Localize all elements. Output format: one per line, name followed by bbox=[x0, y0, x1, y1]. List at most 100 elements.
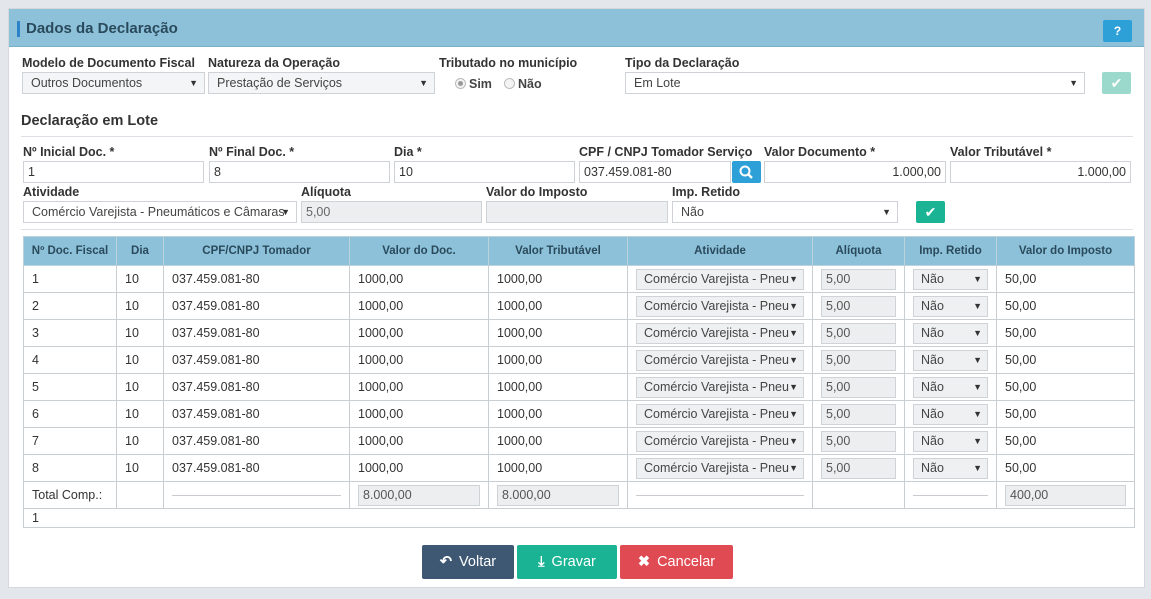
row-atividade-select[interactable]: Comércio Varejista - Pneu ▼ bbox=[636, 322, 804, 344]
dia-input[interactable]: 10 bbox=[394, 161, 575, 183]
row-retido-select[interactable]: Não ▼ bbox=[913, 349, 988, 371]
chevron-down-icon: ▼ bbox=[973, 435, 982, 446]
imposto-cell: 50,00 bbox=[996, 454, 1135, 482]
row-atividade-select[interactable]: Comércio Varejista - Pneu ▼ bbox=[636, 295, 804, 317]
row-aliquota-input[interactable]: 5,00 bbox=[821, 403, 896, 425]
row-atividade-select[interactable]: Comércio Varejista - Pneu ▼ bbox=[636, 403, 804, 425]
gravar-button[interactable]: ⤓ Gravar bbox=[517, 545, 617, 579]
voltar-button[interactable]: ↶ Voltar bbox=[422, 545, 514, 579]
chevron-down-icon: ▼ bbox=[789, 354, 798, 365]
row-retido-select[interactable]: Não ▼ bbox=[913, 457, 988, 479]
tributado-sim-label: Sim bbox=[469, 77, 492, 91]
atividade-cell: Comércio Varejista - Pneu ▼ bbox=[627, 427, 813, 455]
valor-doc-cell: 1000,00 bbox=[349, 346, 489, 374]
confirm-tipo-button[interactable]: ✔ bbox=[1102, 72, 1131, 94]
help-button[interactable]: ? bbox=[1103, 20, 1132, 42]
table-row: 7 10 037.459.081-80 1000,00 1000,00 Comércio … bbox=[23, 427, 1135, 455]
aliquota-cell: 5,00 bbox=[812, 346, 905, 374]
imposto-cell: 50,00 bbox=[996, 346, 1135, 374]
col-header: Valor do Doc. bbox=[349, 236, 489, 266]
row-retido-select[interactable]: Não ▼ bbox=[913, 322, 988, 344]
tipo-select[interactable]: Em Lote ▼ bbox=[625, 72, 1085, 94]
final-input[interactable]: 8 bbox=[209, 161, 390, 183]
row-retido-select[interactable]: Não ▼ bbox=[913, 376, 988, 398]
doc-number-cell: 5 bbox=[23, 373, 117, 401]
row-atividade-select[interactable]: Comércio Varejista - Pneu ▼ bbox=[636, 430, 804, 452]
valor-trib-label: Valor Tributável * bbox=[950, 145, 1052, 159]
row-retido-value: Não bbox=[921, 379, 944, 394]
doc-number-cell: 1 bbox=[23, 265, 117, 293]
atividade-value: Comércio Varejista - Pneumáticos e Câmar… bbox=[32, 205, 285, 219]
row-aliquota-input[interactable]: 5,00 bbox=[821, 268, 896, 290]
row-atividade-select[interactable]: Comércio Varejista - Pneu ▼ bbox=[636, 349, 804, 371]
dia-cell: 10 bbox=[116, 319, 164, 347]
atividade-select[interactable]: Comércio Varejista - Pneumáticos e Câmar… bbox=[23, 201, 297, 223]
aliquota-cell: 5,00 bbox=[812, 454, 905, 482]
retido-select[interactable]: Não ▼ bbox=[672, 201, 898, 223]
natureza-select[interactable]: Prestação de Serviços ▼ bbox=[208, 72, 435, 94]
total-row: Total Comp.: 8.000,00 8.000,00 400,00 bbox=[23, 481, 1135, 509]
total-imposto-cell: 400,00 bbox=[996, 481, 1135, 509]
total-valor-trib[interactable]: 8.000,00 bbox=[497, 484, 619, 506]
lote-section-title: Declaração em Lote bbox=[21, 113, 159, 129]
retido-cell: Não ▼ bbox=[904, 400, 997, 428]
aliquota-cell: 5,00 bbox=[812, 427, 905, 455]
valor-trib-input[interactable]: 1.000,00 bbox=[950, 161, 1131, 183]
cpf-cell: 037.459.081-80 bbox=[163, 400, 350, 428]
col-header: Alíquota bbox=[812, 236, 905, 266]
cpf-cell: 037.459.081-80 bbox=[163, 319, 350, 347]
dia-cell: 10 bbox=[116, 454, 164, 482]
row-retido-value: Não bbox=[921, 406, 944, 421]
search-tomador-button[interactable] bbox=[732, 161, 761, 183]
valor-trib-cell: 1000,00 bbox=[488, 454, 628, 482]
retido-value: Não bbox=[681, 205, 704, 219]
row-atividade-select[interactable]: Comércio Varejista - Pneu ▼ bbox=[636, 376, 804, 398]
tributado-sim-radio[interactable]: Sim bbox=[455, 77, 492, 91]
row-atividade-value: Comércio Varejista - Pneu bbox=[644, 325, 789, 340]
atividade-cell: Comércio Varejista - Pneu ▼ bbox=[627, 400, 813, 428]
valor-doc-cell: 1000,00 bbox=[349, 427, 489, 455]
row-retido-select[interactable]: Não ▼ bbox=[913, 403, 988, 425]
valor-trib-cell: 1000,00 bbox=[488, 373, 628, 401]
inicial-input[interactable]: 1 bbox=[23, 161, 204, 183]
row-aliquota-input[interactable]: 5,00 bbox=[821, 322, 896, 344]
chevron-down-icon: ▼ bbox=[789, 300, 798, 311]
add-lote-button[interactable]: ✔ bbox=[916, 201, 945, 223]
row-retido-select[interactable]: Não ▼ bbox=[913, 295, 988, 317]
atividade-cell: Comércio Varejista - Pneu ▼ bbox=[627, 454, 813, 482]
aliquota-label: Alíquota bbox=[301, 185, 351, 199]
row-atividade-select[interactable]: Comércio Varejista - Pneu ▼ bbox=[636, 457, 804, 479]
row-atividade-value: Comércio Varejista - Pneu bbox=[644, 433, 789, 448]
tributado-nao-radio[interactable]: Não bbox=[504, 77, 542, 91]
valor-doc-input[interactable]: 1.000,00 bbox=[764, 161, 946, 183]
section-divider bbox=[21, 229, 1133, 230]
row-aliquota-input[interactable]: 5,00 bbox=[821, 457, 896, 479]
imposto-input[interactable] bbox=[486, 201, 668, 223]
valor-doc-cell: 1000,00 bbox=[349, 265, 489, 293]
valor-doc-cell: 1000,00 bbox=[349, 319, 489, 347]
cpf-cell: 037.459.081-80 bbox=[163, 454, 350, 482]
col-header: Valor do Imposto bbox=[996, 236, 1135, 266]
total-valor-doc[interactable]: 8.000,00 bbox=[358, 484, 480, 506]
row-retido-select[interactable]: Não ▼ bbox=[913, 268, 988, 290]
dia-cell: 10 bbox=[116, 292, 164, 320]
row-aliquota-input[interactable]: 5,00 bbox=[821, 295, 896, 317]
row-aliquota-input[interactable]: 5,00 bbox=[821, 376, 896, 398]
cpf-input[interactable]: 037.459.081-80 bbox=[579, 161, 731, 183]
row-atividade-value: Comércio Varejista - Pneu bbox=[644, 460, 789, 475]
row-retido-select[interactable]: Não ▼ bbox=[913, 430, 988, 452]
row-aliquota-input[interactable]: 5,00 bbox=[821, 349, 896, 371]
modelo-select[interactable]: Outros Documentos ▼ bbox=[22, 72, 205, 94]
chevron-down-icon: ▼ bbox=[789, 273, 798, 284]
retido-cell: Não ▼ bbox=[904, 346, 997, 374]
final-label: Nº Final Doc. * bbox=[209, 145, 295, 159]
row-aliquota-input[interactable]: 5,00 bbox=[821, 430, 896, 452]
aliquota-input[interactable]: 5,00 bbox=[301, 201, 482, 223]
aliquota-cell: 5,00 bbox=[812, 400, 905, 428]
total-imposto[interactable]: 400,00 bbox=[1005, 484, 1126, 506]
search-icon bbox=[739, 165, 753, 179]
aliquota-cell: 5,00 bbox=[812, 373, 905, 401]
row-atividade-select[interactable]: Comércio Varejista - Pneu ▼ bbox=[636, 268, 804, 290]
cancelar-button[interactable]: ✖ Cancelar bbox=[620, 545, 733, 579]
row-atividade-value: Comércio Varejista - Pneu bbox=[644, 379, 789, 394]
